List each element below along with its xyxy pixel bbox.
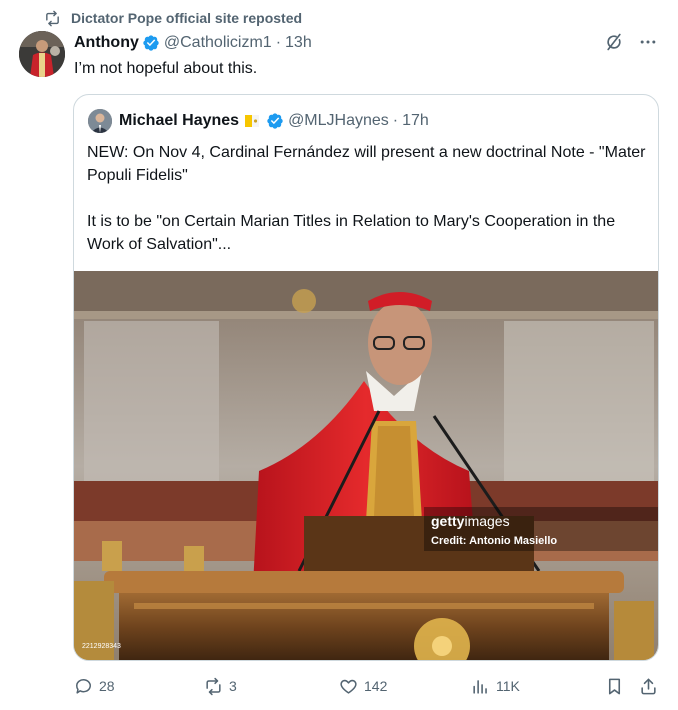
separator: · xyxy=(392,112,399,129)
like-icon xyxy=(340,679,357,694)
vatican-flag-icon xyxy=(245,115,260,127)
reply-count: 28 xyxy=(99,678,115,694)
retweet-icon xyxy=(206,677,221,695)
action-bar: 28 3 142 11K xyxy=(74,674,660,698)
bookmark-button[interactable] xyxy=(605,674,624,698)
like-count: 142 xyxy=(364,678,388,694)
quoted-tweet[interactable]: Michael Haynes @MLJHaynes · 17h NEW: On … xyxy=(73,94,659,661)
repost-attribution[interactable]: Dictator Pope official site reposted xyxy=(44,8,302,28)
quote-image[interactable]: gettyimages Credit: Antonio Masiello 221… xyxy=(74,271,658,660)
like-button[interactable]: 142 xyxy=(339,674,387,698)
repost-icon xyxy=(46,10,59,26)
share-button[interactable] xyxy=(639,674,658,698)
quote-paragraph: It is to be "on Certain Marian Titles in… xyxy=(87,213,616,253)
retweet-button[interactable]: 3 xyxy=(204,674,237,698)
timestamp[interactable]: 13h xyxy=(285,34,312,52)
views-icon xyxy=(473,679,487,694)
separator: · xyxy=(275,34,282,51)
repost-text[interactable]: Dictator Pope official site reposted xyxy=(71,10,302,26)
quote-header: Michael Haynes @MLJHaynes · 17h xyxy=(88,109,429,133)
getty-logo-bold: getty xyxy=(431,513,465,529)
avatar[interactable] xyxy=(19,31,65,77)
verified-badge-icon xyxy=(143,35,159,51)
getty-logo: gettyimages xyxy=(431,513,557,529)
getty-logo-regular: images xyxy=(464,513,510,529)
quote-author-name[interactable]: Michael Haynes xyxy=(119,112,239,130)
reply-icon xyxy=(76,678,91,694)
tweet-text: I’m not hopeful about this. xyxy=(74,60,258,77)
more-icon[interactable] xyxy=(638,32,658,52)
tweet-header: Anthony @Catholicizm1 · 13h xyxy=(74,32,312,54)
quote-text: NEW: On Nov 4, Cardinal Fernández will p… xyxy=(87,141,647,256)
verified-badge-icon xyxy=(267,113,283,129)
quote-timestamp[interactable]: 17h xyxy=(402,112,429,130)
top-actions xyxy=(604,32,658,52)
quote-author-handle[interactable]: @MLJHaynes xyxy=(288,112,389,130)
quote-avatar[interactable] xyxy=(88,109,112,133)
views-button[interactable]: 11K xyxy=(471,674,520,698)
cardinal-photo xyxy=(74,271,658,660)
bookmark-icon xyxy=(608,678,621,694)
grok-icon[interactable] xyxy=(604,32,624,52)
image-id: 2212928343 xyxy=(82,643,121,650)
author-handle[interactable]: @Catholicizm1 xyxy=(164,34,272,52)
photo-credit: Credit: Antonio Masiello xyxy=(431,535,558,547)
views-count: 11K xyxy=(496,678,520,694)
reply-button[interactable]: 28 xyxy=(74,674,115,698)
retweet-count: 3 xyxy=(229,678,237,694)
share-icon xyxy=(641,678,656,694)
quote-paragraph: NEW: On Nov 4, Cardinal Fernández will p… xyxy=(87,144,646,184)
getty-watermark: gettyimages Credit: Antonio Masiello xyxy=(431,513,557,547)
author-name[interactable]: Anthony xyxy=(74,34,139,52)
